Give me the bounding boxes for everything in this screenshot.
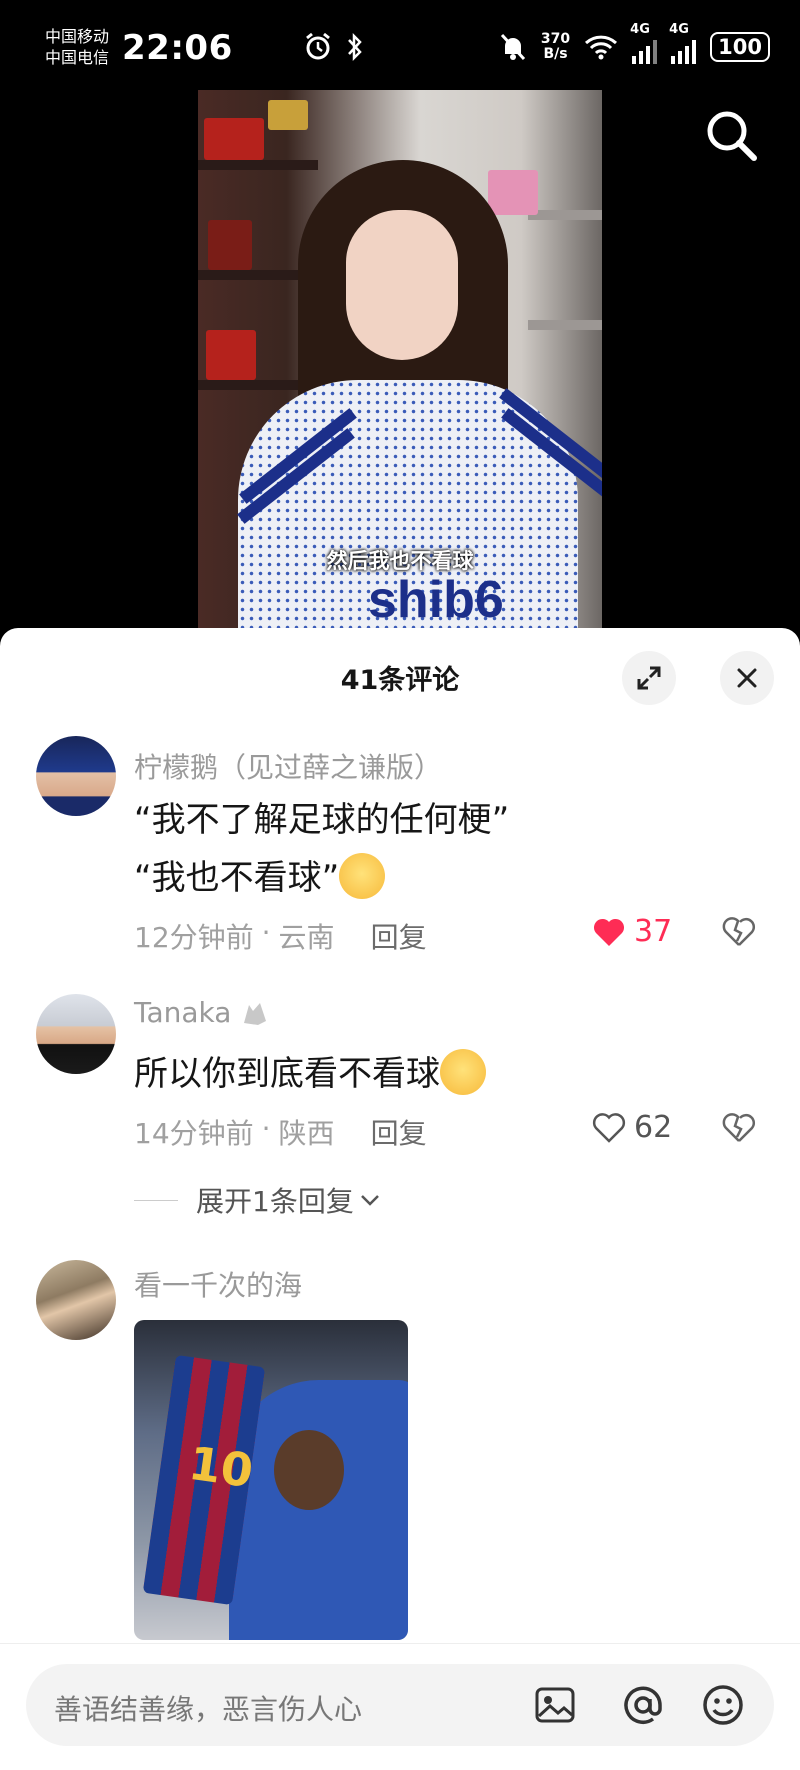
comments-count-title: 41条评论 <box>340 665 460 696</box>
comment-location: 云南 <box>278 921 335 954</box>
comment-text-line-2: “我也不看球” <box>134 858 340 898</box>
comment-text-line: 所以你到底看不看球 <box>134 1045 486 1103</box>
carrier-1: 中国移动 <box>45 27 110 46</box>
image-icon[interactable] <box>532 1682 578 1728</box>
carrier-info: 中国移动 中国电信 <box>45 26 109 68</box>
like-count: 37 <box>634 914 673 949</box>
person-face <box>346 210 458 360</box>
status-icons: 370 B/s 4G 4G 100 <box>499 22 770 64</box>
comment-username[interactable]: Tanaka <box>134 996 270 1029</box>
wolf-icon <box>244 1003 267 1025</box>
heart-icon <box>593 918 625 946</box>
comment-location: 陕西 <box>278 1117 335 1150</box>
sheet-header: 41条评论 <box>0 628 800 728</box>
alarm-icon <box>306 32 330 60</box>
network-speed: 370 B/s <box>541 32 570 62</box>
comment-username[interactable]: 柠檬鹅（见过薛之谦版） <box>134 746 442 786</box>
carrier-2: 中国电信 <box>45 48 110 67</box>
comment-meta: 14分钟前 · 陕西 回复 <box>134 1112 427 1152</box>
rolling-eyes-emoji-icon <box>440 1048 486 1095</box>
comment-text-line: “我也不看球” <box>134 849 386 907</box>
comment-input[interactable]: 善语结善缘，恶言伤人心 <box>26 1664 774 1746</box>
jersey-number: 10 <box>185 1435 257 1499</box>
divider-line <box>134 1199 178 1201</box>
pleading-emoji-icon <box>339 852 386 899</box>
expand-icon <box>637 666 661 690</box>
mute-icon <box>500 33 526 61</box>
network-type-2: 4G <box>669 22 689 37</box>
video-subtitle: 然后我也不看球 <box>326 549 474 573</box>
comment-input-placeholder: 善语结善缘，恶言伤人心 <box>54 1693 363 1726</box>
comment-time: 12分钟前 <box>134 921 254 954</box>
heart-icon <box>592 1112 626 1143</box>
speed-value: 370 <box>540 31 571 47</box>
comment-time: 14分钟前 <box>134 1117 254 1150</box>
bluetooth-icon <box>348 32 362 62</box>
player-head <box>274 1430 344 1510</box>
reply-button[interactable]: 回复 <box>371 916 427 956</box>
network-type-1: 4G <box>630 22 650 37</box>
signal-1: 4G <box>630 22 658 64</box>
search-icon[interactable] <box>702 106 762 166</box>
comments-sheet: 41条评论 柠檬鹅（见过薛之谦版） “我不了解足球的任何梗” “我也不看球” 1… <box>0 628 800 1769</box>
at-icon[interactable] <box>620 1682 666 1728</box>
status-bar: 中国移动 中国电信 22:06 370 B/s 4G 4G 100 <box>0 0 800 90</box>
emoji-icon[interactable] <box>700 1682 746 1728</box>
expand-replies-label: 展开1条回复 <box>196 1185 354 1218</box>
close-button[interactable] <box>720 651 774 705</box>
dislike-icon[interactable] <box>722 916 756 948</box>
comment-text-line-1: 所以你到底看不看球 <box>134 1054 440 1094</box>
reply-button[interactable]: 回复 <box>371 1112 427 1152</box>
battery-indicator: 100 <box>710 32 770 62</box>
avatar[interactable] <box>36 1260 116 1340</box>
comment-username[interactable]: 看一千次的海 <box>134 1264 302 1304</box>
signal-2: 4G <box>669 22 697 64</box>
avatar[interactable] <box>36 994 116 1074</box>
username-text: Tanaka <box>134 996 232 1029</box>
expand-button[interactable] <box>622 651 676 705</box>
comment-text-line: “我不了解足球的任何梗” <box>134 800 510 840</box>
wifi-icon <box>585 35 618 60</box>
chevron-down-icon <box>360 1195 379 1206</box>
comment-image[interactable]: 10 <box>134 1320 408 1640</box>
speed-unit: B/s <box>543 46 568 62</box>
sweater-print: shib6 <box>368 571 504 629</box>
clock: 22:06 <box>122 28 233 68</box>
dislike-icon[interactable] <box>722 1112 756 1144</box>
expand-replies-button[interactable]: 展开1条回复 <box>134 1180 382 1220</box>
like-count: 62 <box>634 1110 673 1145</box>
comment-input-bar: 善语结善缘，恶言伤人心 <box>0 1643 800 1770</box>
video-player[interactable]: shib6 然后我也不看球 <box>0 90 800 630</box>
close-icon <box>737 668 757 688</box>
like-button[interactable]: 62 <box>592 1110 672 1145</box>
like-button[interactable]: 37 <box>592 914 672 949</box>
comment-meta: 12分钟前 · 云南 回复 <box>134 916 427 956</box>
avatar[interactable] <box>36 736 116 816</box>
